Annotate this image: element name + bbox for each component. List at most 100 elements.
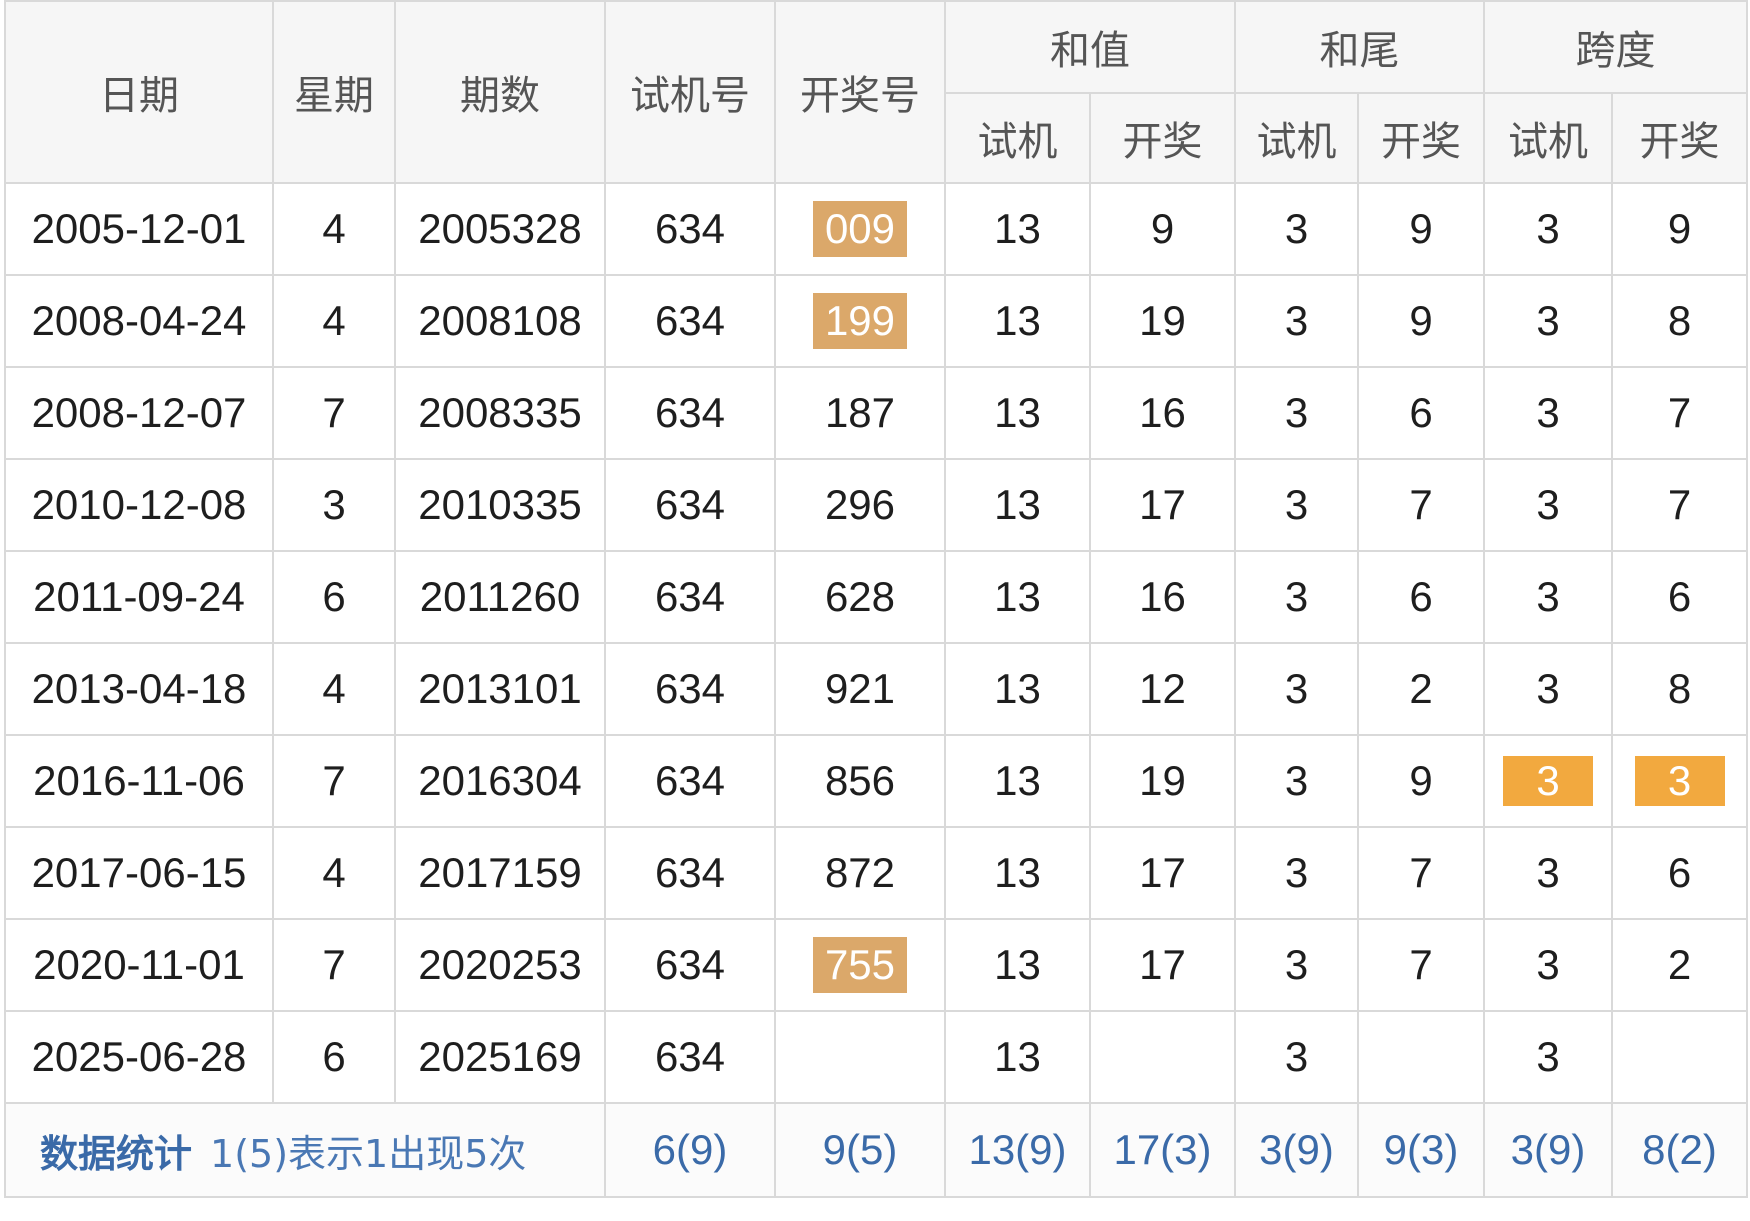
cell-tail-trial: 3 — [1234, 366, 1359, 460]
cell-sum-draw: 17 — [1089, 458, 1236, 552]
cell-tail-draw: 7 — [1357, 918, 1485, 1012]
cell-span-draw: 7 — [1611, 458, 1748, 552]
cell-tail-trial: 3 — [1234, 182, 1359, 276]
cell-sum-draw: 19 — [1089, 274, 1236, 368]
cell-issue: 2017159 — [394, 826, 606, 920]
cell-span-trial: 3 — [1483, 182, 1613, 276]
cell-tail-trial: 3 — [1234, 550, 1359, 644]
cell-weekday: 4 — [272, 274, 396, 368]
table-row: 2017-06-15 4 2017159 634 872 13 17 3 7 3… — [4, 826, 1748, 920]
cell-draw: 856 — [774, 734, 946, 828]
table-row: 2016-11-06 7 2016304 634 856 13 19 3 9 3… — [4, 734, 1748, 828]
draw-highlight-badge: 009 — [812, 201, 908, 257]
cell-issue: 2010335 — [394, 458, 606, 552]
cell-tail-draw: 9 — [1357, 734, 1485, 828]
cell-issue: 2013101 — [394, 642, 606, 736]
cell-weekday: 7 — [272, 918, 396, 1012]
cell-tail-trial: 3 — [1234, 734, 1359, 828]
cell-draw: 755 — [774, 918, 946, 1012]
header-weekday: 星期 — [272, 0, 396, 184]
header-sum-tail: 和尾 — [1234, 0, 1485, 94]
cell-span-trial: 3 — [1483, 734, 1613, 828]
stats-note: 1(5)表示1出现5次 — [210, 1131, 527, 1176]
cell-draw: 009 — [774, 182, 946, 276]
cell-trial: 634 — [604, 642, 776, 736]
stats-span-trial: 3(9) — [1483, 1102, 1613, 1198]
cell-date: 2005-12-01 — [4, 182, 274, 276]
cell-sum-trial: 13 — [944, 274, 1091, 368]
cell-weekday: 4 — [272, 826, 396, 920]
subheader-span-trial: 试机 — [1483, 92, 1613, 184]
cell-sum-draw: 12 — [1089, 642, 1236, 736]
cell-sum-draw: 16 — [1089, 550, 1236, 644]
cell-tail-draw: 9 — [1357, 274, 1485, 368]
table-row: 2008-12-07 7 2008335 634 187 13 16 3 6 3… — [4, 366, 1748, 460]
subheader-tail-draw: 开奖 — [1357, 92, 1485, 184]
stats-tail-trial: 3(9) — [1234, 1102, 1359, 1198]
cell-tail-trial: 3 — [1234, 274, 1359, 368]
cell-span-trial: 3 — [1483, 1010, 1613, 1104]
cell-weekday: 7 — [272, 366, 396, 460]
cell-tail-draw: 9 — [1357, 182, 1485, 276]
cell-span-draw: 6 — [1611, 826, 1748, 920]
cell-span-trial: 3 — [1483, 458, 1613, 552]
stats-row: 数据统计 1(5)表示1出现5次 6(9) 9(5) 13(9) 17(3) 3(… — [4, 1102, 1748, 1198]
cell-span-draw: 6 — [1611, 550, 1748, 644]
table-row: 2008-04-24 4 2008108 634 199 13 19 3 9 3… — [4, 274, 1748, 368]
cell-tail-trial: 3 — [1234, 458, 1359, 552]
header-row: 日期 星期 期数 试机号 开奖号 和值 和尾 跨度 — [4, 0, 1748, 184]
cell-span-trial: 3 — [1483, 550, 1613, 644]
table-row: 2005-12-01 4 2005328 634 009 13 9 3 9 3 … — [4, 182, 1748, 276]
table-row: 2013-04-18 4 2013101 634 921 13 12 3 2 3… — [4, 642, 1748, 736]
cell-sum-trial: 13 — [944, 182, 1091, 276]
stats-span-draw: 8(2) — [1611, 1102, 1748, 1198]
span-highlight-badge: 3 — [1634, 756, 1725, 806]
cell-date: 2008-04-24 — [4, 274, 274, 368]
cell-sum-draw: 19 — [1089, 734, 1236, 828]
header-date: 日期 — [4, 0, 274, 184]
stats-title: 数据统计 — [40, 1131, 193, 1176]
cell-trial: 634 — [604, 274, 776, 368]
cell-issue: 2008108 — [394, 274, 606, 368]
cell-span-draw: 9 — [1611, 182, 1748, 276]
cell-issue: 2020253 — [394, 918, 606, 1012]
cell-issue: 2005328 — [394, 182, 606, 276]
cell-draw — [774, 1010, 946, 1104]
cell-sum-trial: 13 — [944, 918, 1091, 1012]
cell-sum-trial: 13 — [944, 1010, 1091, 1104]
cell-tail-trial: 3 — [1234, 642, 1359, 736]
cell-draw: 187 — [774, 366, 946, 460]
cell-span-draw: 2 — [1611, 918, 1748, 1012]
header-trial-number: 试机号 — [604, 0, 776, 184]
cell-tail-draw: 7 — [1357, 826, 1485, 920]
cell-sum-trial: 13 — [944, 642, 1091, 736]
cell-sum-trial: 13 — [944, 366, 1091, 460]
cell-date: 2010-12-08 — [4, 458, 274, 552]
cell-weekday: 4 — [272, 182, 396, 276]
cell-sum-trial: 13 — [944, 734, 1091, 828]
cell-sum-trial: 13 — [944, 550, 1091, 644]
stats-draw: 9(5) — [774, 1102, 946, 1198]
table-body: 2005-12-01 4 2005328 634 009 13 9 3 9 3 … — [4, 182, 1748, 1198]
table-row: 2020-11-01 7 2020253 634 755 13 17 3 7 3… — [4, 918, 1748, 1012]
cell-draw: 921 — [774, 642, 946, 736]
cell-sum-draw: 17 — [1089, 918, 1236, 1012]
subheader-tail-trial: 试机 — [1234, 92, 1359, 184]
cell-sum-draw: 9 — [1089, 182, 1236, 276]
cell-issue: 2016304 — [394, 734, 606, 828]
cell-date: 2016-11-06 — [4, 734, 274, 828]
cell-tail-trial: 3 — [1234, 826, 1359, 920]
draw-highlight-badge: 755 — [812, 937, 908, 993]
cell-tail-draw: 6 — [1357, 550, 1485, 644]
cell-span-trial: 3 — [1483, 826, 1613, 920]
draw-highlight-badge: 199 — [812, 293, 908, 349]
stats-sum-trial: 13(9) — [944, 1102, 1091, 1198]
cell-span-draw: 3 — [1611, 734, 1748, 828]
cell-tail-draw: 7 — [1357, 458, 1485, 552]
stats-tail-draw: 9(3) — [1357, 1102, 1485, 1198]
cell-date: 2013-04-18 — [4, 642, 274, 736]
cell-weekday: 4 — [272, 642, 396, 736]
header-draw-number: 开奖号 — [774, 0, 946, 184]
header-sum: 和值 — [944, 0, 1236, 94]
cell-sum-draw — [1089, 1010, 1236, 1104]
